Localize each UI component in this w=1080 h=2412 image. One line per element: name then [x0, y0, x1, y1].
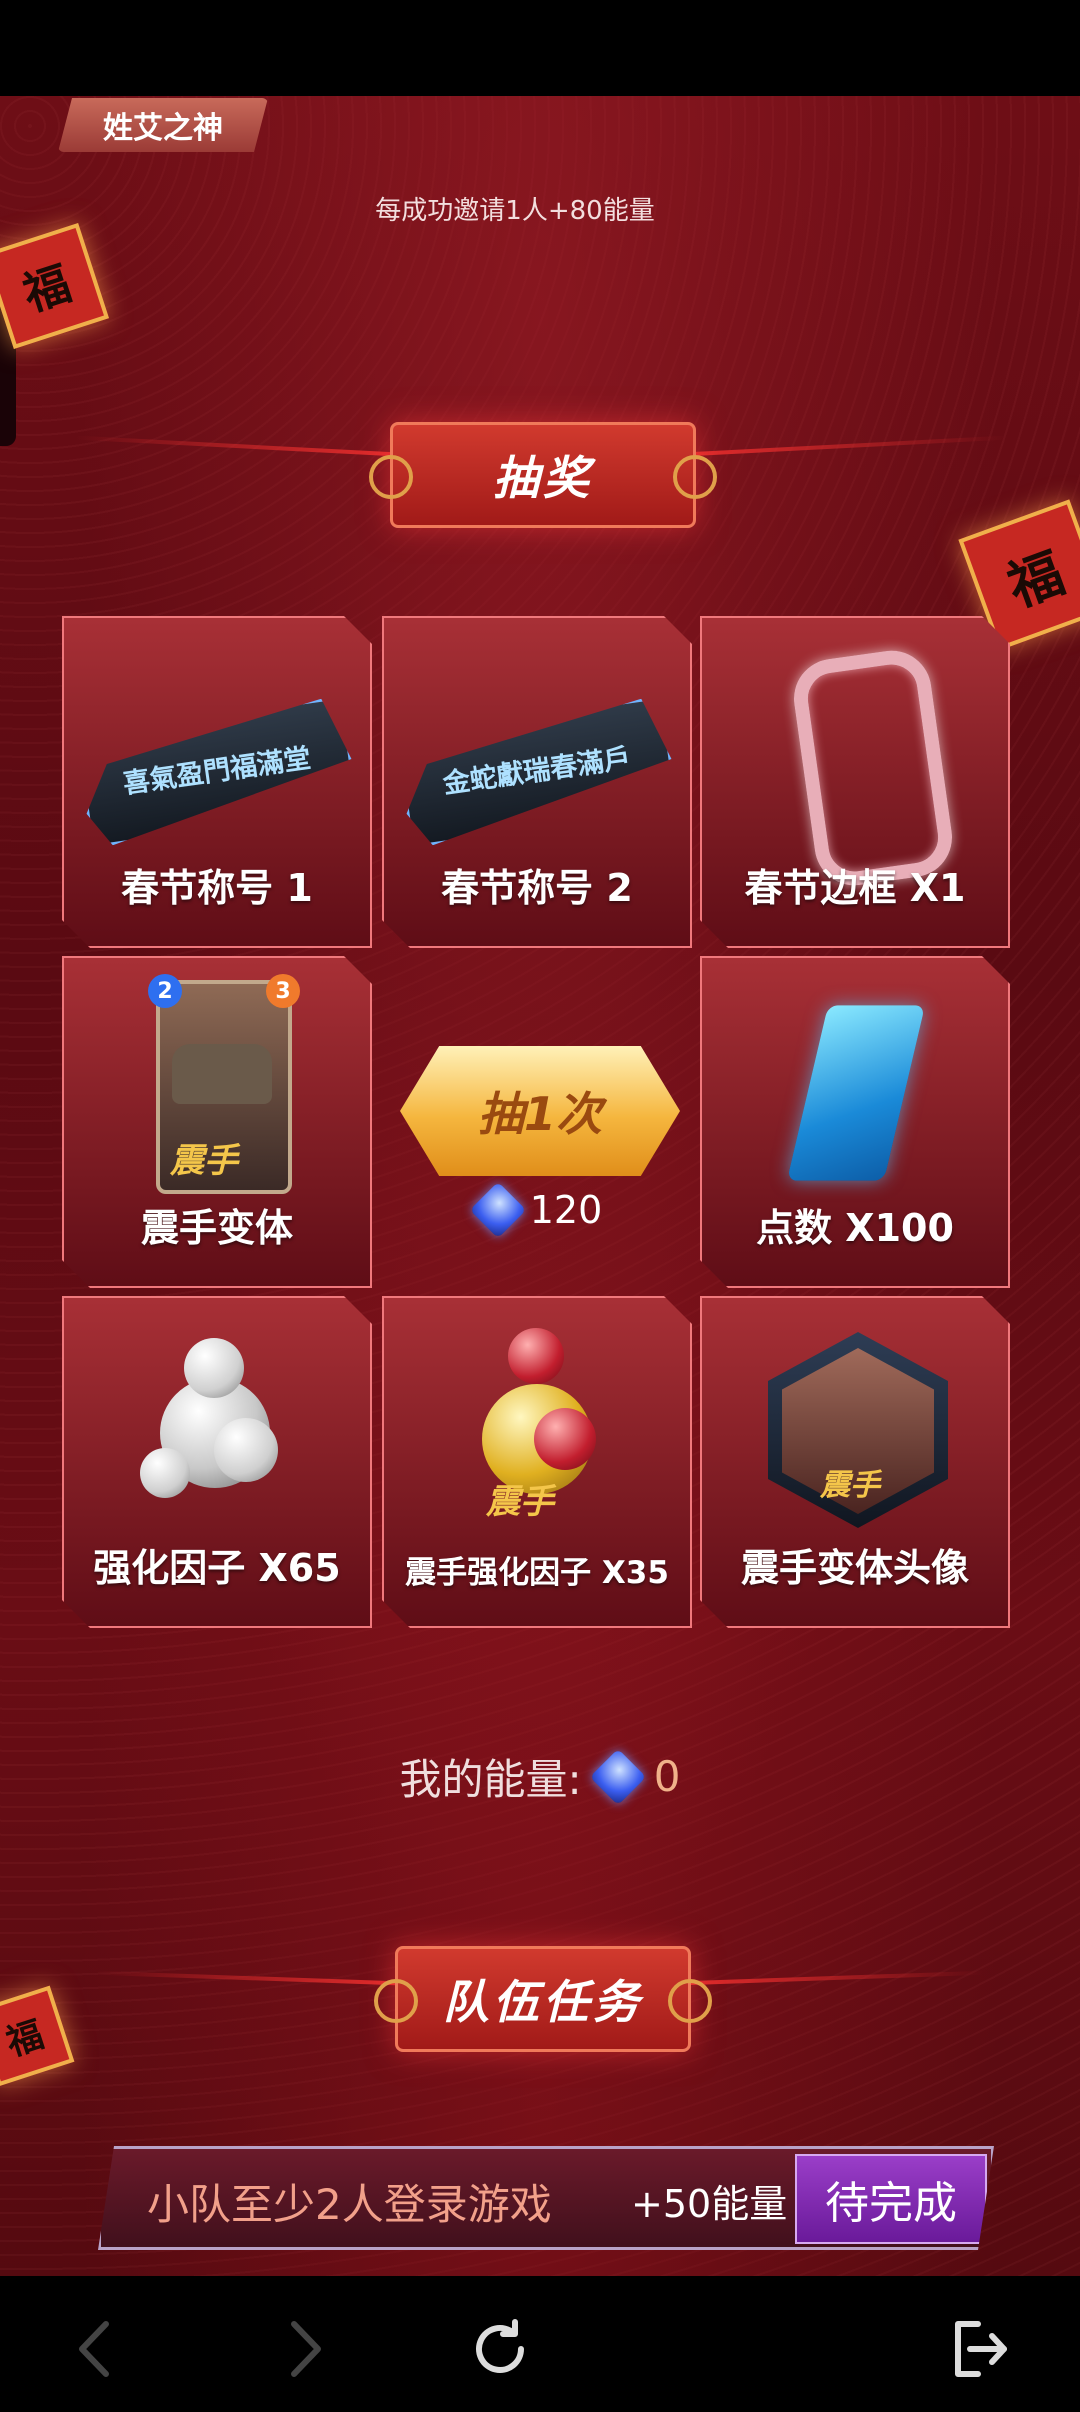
card-variant-icon: 2 3 震手: [156, 980, 292, 1194]
card-name-art: 震手: [170, 1141, 238, 1181]
prize-label: 春节边框 X1: [744, 866, 966, 910]
back-icon[interactable]: [62, 2314, 132, 2384]
prize-cell[interactable]: 喜氣盈門福滿堂 春节称号 1: [62, 616, 372, 948]
vehicle-art: [172, 1044, 272, 1104]
team-tasks-title-banner: 队伍任务: [374, 1946, 712, 2052]
invite-reward-text: 每成功邀请1人+80能量: [375, 196, 655, 226]
prize-label: 震手强化因子 X35: [405, 1555, 669, 1591]
prize-cell[interactable]: 强化因子 X65: [62, 1296, 372, 1628]
divider-line: [686, 435, 1006, 457]
draw-once-button[interactable]: 抽1次: [400, 1046, 680, 1176]
my-energy-label: 我的能量:: [399, 1755, 582, 1804]
prize-cell[interactable]: 点数 X100: [700, 956, 1010, 1288]
navigation-bar: [0, 2276, 1080, 2412]
variant-art-text: 震手: [486, 1482, 554, 1522]
task-status-button[interactable]: 待完成: [795, 2154, 987, 2244]
card-power-badge: 3: [266, 974, 300, 1008]
avatar-art-text: 震手: [820, 1468, 880, 1503]
draw-cost-value: 120: [529, 1188, 603, 1232]
exit-icon[interactable]: [944, 2314, 1014, 2384]
energy-gem-icon: [469, 1181, 527, 1239]
fu-decoration: 福: [0, 1985, 75, 2087]
my-energy-value: 0: [653, 1752, 681, 1801]
divider-line: [96, 1970, 396, 1986]
prize-cell[interactable]: 震手 震手强化因子 X35: [382, 1296, 692, 1628]
prize-label: 春节称号 2: [441, 866, 633, 910]
lottery-title-banner: 抽奖: [369, 422, 717, 528]
forward-icon[interactable]: [268, 2314, 338, 2384]
prize-label: 震手变体头像: [740, 1546, 969, 1590]
user-tag: 姓艾之神: [58, 98, 268, 152]
task-description: 小队至少2人登录游戏: [147, 2180, 552, 2229]
title-plate-icon: 金蛇獻瑞春滿戶: [395, 696, 679, 848]
refresh-icon[interactable]: [465, 2314, 535, 2384]
prize-cell[interactable]: 金蛇獻瑞春滿戶 春节称号 2: [382, 616, 692, 948]
points-crystal-icon: [787, 1005, 925, 1180]
prize-label: 震手变体: [140, 1206, 293, 1250]
task-row: 小队至少2人登录游戏 +50能量 待完成: [98, 2146, 994, 2250]
frame-icon: [789, 646, 957, 891]
my-energy: 我的能量: 0: [0, 1746, 1080, 1807]
status-bar: [0, 0, 1080, 96]
prize-label: 点数 X100: [756, 1206, 954, 1250]
prize-label: 春节称号 1: [121, 866, 313, 910]
prize-cell[interactable]: 春节边框 X1: [700, 616, 1010, 948]
draw-cost: 120: [398, 1181, 682, 1239]
prize-label: 强化因子 X65: [93, 1546, 341, 1590]
fu-decoration: 福: [0, 222, 110, 350]
divider-line: [76, 435, 396, 457]
task-reward: +50能量: [631, 2182, 788, 2226]
title-plate-icon: 喜氣盈門福滿堂: [75, 696, 359, 848]
energy-gem-icon: [589, 1748, 646, 1805]
divider-line: [684, 1970, 984, 1986]
prize-cell[interactable]: 2 3 震手 震手变体: [62, 956, 372, 1288]
card-cost-badge: 2: [148, 974, 182, 1008]
event-page: 姓艾之神 每成功邀请1人+80能量 福 福 福 抽奖 喜氣盈門福滿堂 春节称号 …: [0, 96, 1080, 2276]
prize-cell[interactable]: 震手 震手变体头像: [700, 1296, 1010, 1628]
